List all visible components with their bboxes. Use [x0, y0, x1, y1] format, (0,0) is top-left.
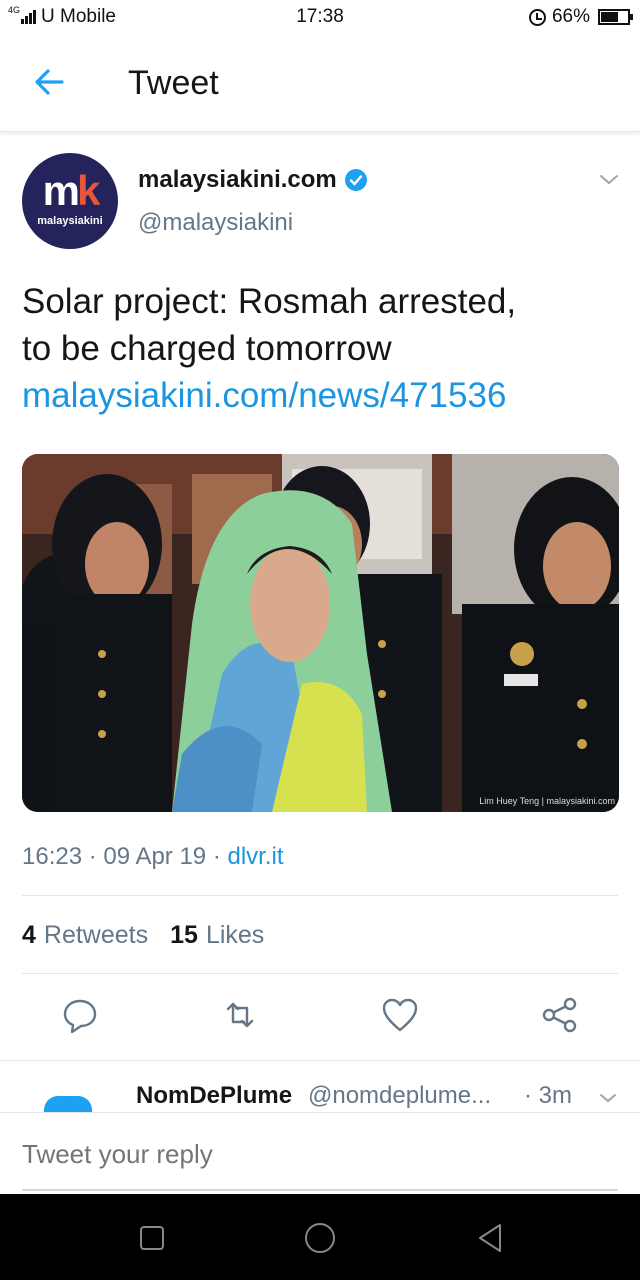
author-handle[interactable]: @malaysiakini	[138, 209, 293, 237]
author-display-name: malaysiakini.com	[138, 166, 337, 193]
back-nav-button[interactable]	[470, 1218, 510, 1258]
reply-time: · 3m	[524, 1082, 572, 1109]
triangle-back-icon	[479, 1224, 501, 1252]
divider	[22, 973, 618, 974]
arrow-left-icon	[35, 69, 64, 95]
app-header: Tweet	[0, 32, 640, 132]
meta-separator: ·	[212, 843, 228, 870]
divider	[0, 1060, 640, 1061]
reply-author-name: NomDePlume	[136, 1082, 293, 1109]
tweet-stats: 4 Retweets 15 Likes	[22, 921, 286, 950]
square-icon	[140, 1226, 164, 1250]
reply-item[interactable]: NomDePlume @nomdeplume... · 3m	[0, 1062, 640, 1112]
page-title: Tweet	[128, 64, 219, 102]
retweets-stat[interactable]: 4 Retweets	[22, 921, 148, 950]
likes-count: 15	[170, 921, 198, 949]
chevron-down-icon[interactable]	[598, 168, 620, 190]
status-right: 66%	[528, 6, 633, 28]
battery-percent: 66%	[551, 6, 590, 27]
like-button[interactable]	[380, 995, 420, 1035]
likes-stat[interactable]: 15 Likes	[170, 921, 264, 950]
retweet-icon	[226, 1002, 254, 1028]
tweet-text-line: Solar project: Rosmah arrested,	[22, 282, 517, 321]
reply-composer	[0, 1112, 640, 1194]
author-name[interactable]: malaysiakini.com	[138, 166, 368, 194]
photo-image	[22, 454, 619, 812]
reply-input-underline	[22, 1189, 618, 1191]
alarm-icon	[528, 8, 546, 26]
logo-letter-k: k	[77, 167, 100, 214]
logo-letter-m: m	[42, 167, 80, 214]
tweet-photo[interactable]: Lim Huey Teng | malaysiakini.com	[22, 454, 619, 812]
status-bar: 4G U Mobile 17:38 66%	[0, 0, 640, 32]
verified-badge-icon	[344, 169, 367, 191]
likes-label: Likes	[205, 921, 265, 949]
circle-icon	[305, 1223, 335, 1253]
home-button[interactable]	[300, 1218, 340, 1258]
photo-credit: Lim Huey Teng | malaysiakini.com	[479, 796, 615, 806]
avatar-brand: malaysiakini	[37, 215, 103, 227]
tweet-date: 09 Apr 19	[103, 843, 207, 870]
retweet-button[interactable]	[220, 995, 260, 1035]
tweet-source-link[interactable]: dlvr.it	[228, 843, 284, 870]
heart-icon	[382, 998, 418, 1032]
divider	[22, 895, 618, 896]
back-button[interactable]	[30, 64, 70, 100]
reply-avatar[interactable]	[44, 1096, 92, 1112]
author-avatar[interactable]: mk malaysiakini	[22, 153, 118, 249]
meta-separator: ·	[88, 843, 104, 870]
tweet-link[interactable]: malaysiakini.com/news/471536	[22, 372, 622, 419]
share-icon	[542, 997, 577, 1033]
reply-icon	[63, 999, 97, 1034]
system-nav-bar	[0, 1194, 640, 1280]
tweet-actions	[0, 995, 640, 1045]
tweet-time: 16:23	[22, 843, 83, 870]
reply-author-handle: @nomdeplume...	[308, 1082, 492, 1109]
tweet-text: Solar project: Rosmah arrested, to be ch…	[22, 278, 622, 419]
reply-input[interactable]	[22, 1139, 582, 1170]
retweets-count: 4	[22, 921, 36, 949]
tweet-timestamp: 16:23 · 09 Apr 19 · dlvr.it	[22, 843, 284, 871]
battery-icon	[598, 9, 633, 25]
avatar-logo: mk	[22, 167, 118, 215]
chevron-down-icon[interactable]	[598, 1088, 618, 1108]
tweet-text-line: to be charged tomorrow	[22, 329, 392, 368]
retweets-label: Retweets	[43, 921, 149, 949]
share-button[interactable]	[540, 995, 580, 1035]
recents-button[interactable]	[132, 1218, 172, 1258]
reply-button[interactable]	[60, 995, 100, 1035]
